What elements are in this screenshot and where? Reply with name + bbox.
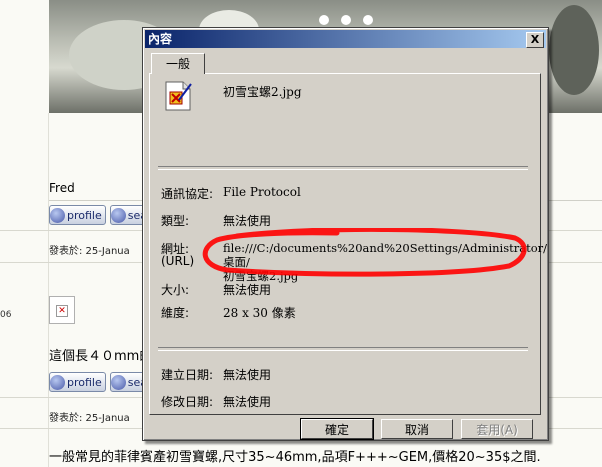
posted-date: 發表於: 25-Janua <box>49 413 130 424</box>
ok-button[interactable]: 確定 <box>300 418 374 440</box>
broken-image-icon: ✕ <box>56 305 68 317</box>
modified-label: 修改日期: <box>161 395 214 409</box>
post-actions: profile sea <box>49 372 151 392</box>
profile-button[interactable]: profile <box>49 372 106 392</box>
dimension-label: 維度: <box>161 306 190 320</box>
separator <box>158 166 528 170</box>
address-value[interactable]: file:///C:/documents%20and%20Settings/Ad… <box>223 241 548 283</box>
post-text: 一般常見的菲律賓產初雪寶螺,尺寸35~46mm,品項F+++~GEM,價格20~… <box>49 450 541 465</box>
post-actions: profile sea <box>49 205 151 225</box>
file-name: 初雪宝螺2.jpg <box>223 85 302 99</box>
cancel-button[interactable]: 取消 <box>381 419 453 439</box>
search-icon <box>110 207 126 223</box>
protocol-value: File Protocol <box>223 185 301 199</box>
type-label: 類型: <box>161 214 190 228</box>
apply-button[interactable]: 套用(A) <box>461 419 533 439</box>
dimension-value: 28 x 30 像素 <box>223 306 296 320</box>
profile-label: profile <box>67 375 102 389</box>
profile-button[interactable]: profile <box>49 205 106 225</box>
posted-date: 發表於: 25-Janua <box>49 246 130 257</box>
type-value: 無法使用 <box>223 214 272 228</box>
post-text: 這個長４０mm的 <box>49 349 153 364</box>
address-line-2: 初雪宝螺2.jpg <box>223 269 299 283</box>
profile-icon <box>50 207 65 223</box>
address-line-1: file:///C:/documents%20and%20Settings/Ad… <box>223 241 547 269</box>
broken-image[interactable]: ✕ <box>49 296 75 324</box>
modified-value: 無法使用 <box>223 395 272 409</box>
protocol-label: 通訊協定: <box>161 187 214 201</box>
separator <box>158 347 528 351</box>
profile-label: profile <box>67 208 102 222</box>
profile-icon <box>50 374 65 390</box>
search-icon <box>110 374 126 390</box>
tab-general[interactable]: 一般 <box>151 53 205 74</box>
properties-dialog: 內容 X 一般 初雪宝螺2.jpg 通訊協定: File Protocol 類型… <box>142 27 549 441</box>
post-author[interactable]: Fred <box>49 181 75 195</box>
address-label-sub: (URL) <box>161 254 195 268</box>
image-file-icon <box>165 81 192 111</box>
created-label: 建立日期: <box>161 368 214 382</box>
size-value: 無法使用 <box>223 283 272 297</box>
size-label: 大小: <box>161 283 190 297</box>
close-icon: X <box>530 33 540 46</box>
created-value: 無法使用 <box>223 368 272 382</box>
dialog-title: 內容 <box>148 32 173 46</box>
title-bar[interactable]: 內容 X <box>145 30 546 48</box>
close-button[interactable]: X <box>526 32 544 48</box>
side-number: 06 <box>0 310 12 320</box>
